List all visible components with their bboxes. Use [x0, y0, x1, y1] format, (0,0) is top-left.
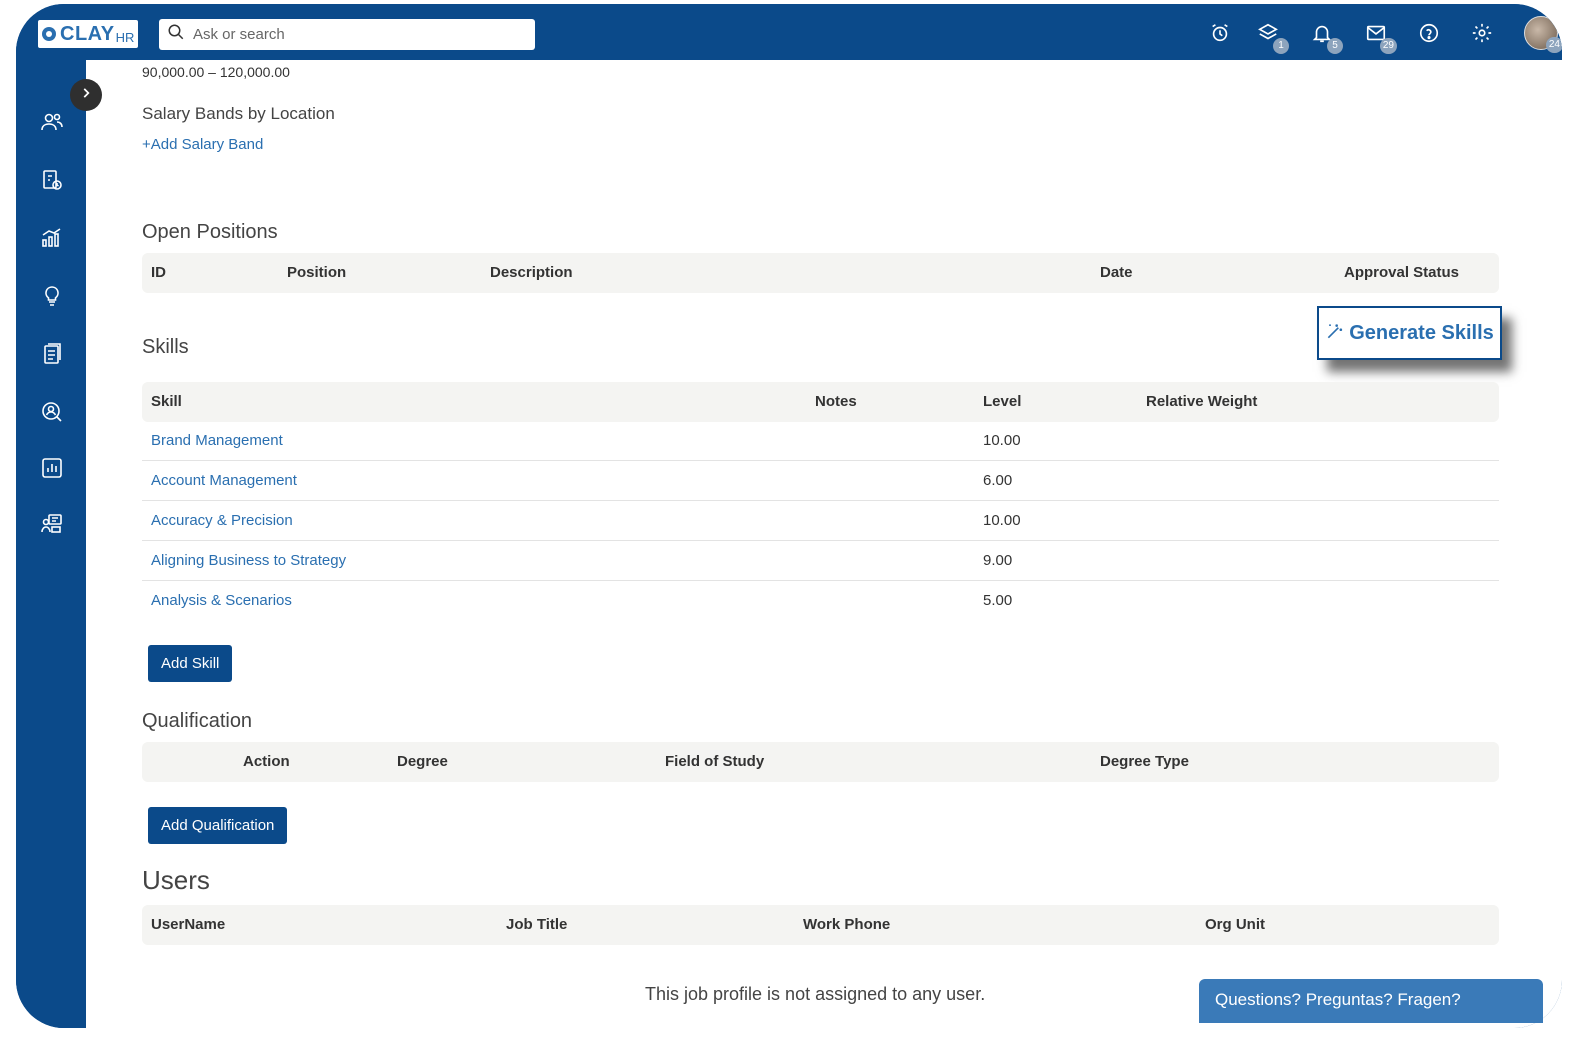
add-skill-button[interactable]: Add Skill: [148, 645, 233, 682]
skill-link[interactable]: Brand Management: [151, 432, 283, 449]
column-header-description[interactable]: Description: [490, 264, 573, 281]
chevron-right-icon: [79, 86, 93, 105]
column-header-level[interactable]: Level: [983, 393, 1021, 410]
documents-icon[interactable]: [38, 340, 66, 368]
analytics-icon[interactable]: [38, 224, 66, 252]
chat-widget-button[interactable]: Questions? Preguntas? Fragen?: [1199, 979, 1543, 1023]
sidebar-toggle-button[interactable]: [70, 79, 102, 111]
skill-link[interactable]: Aligning Business to Strategy: [151, 552, 346, 569]
qualification-title: Qualification: [142, 710, 253, 732]
column-header-work-phone[interactable]: Work Phone: [803, 916, 890, 933]
magic-wand-icon: [1325, 321, 1345, 346]
qualification-header: Action Degree Field of Study Degree Type: [142, 742, 1499, 782]
layers-badge: 1: [1273, 38, 1289, 54]
bell-icon[interactable]: 5: [1309, 20, 1343, 54]
generate-skills-button[interactable]: Generate Skills: [1317, 306, 1502, 360]
skill-link[interactable]: Analysis & Scenarios: [151, 592, 292, 609]
column-header-field-of-study[interactable]: Field of Study: [665, 753, 764, 770]
recruiting-icon[interactable]: [38, 398, 66, 426]
table-row: Brand Management 10.00: [142, 421, 1499, 461]
ideas-icon[interactable]: [38, 282, 66, 310]
search-input[interactable]: [193, 26, 523, 43]
bell-badge: 5: [1327, 38, 1343, 54]
logo-suffix: HR: [115, 29, 135, 45]
mail-badge: 29: [1379, 38, 1397, 54]
users-empty-message: This job profile is not assigned to any …: [645, 984, 986, 1004]
generate-skills-label: Generate Skills: [1349, 321, 1494, 344]
gear-icon[interactable]: [1469, 20, 1495, 46]
alarm-icon[interactable]: [1207, 20, 1233, 46]
table-row: Analysis & Scenarios 5.00: [142, 581, 1499, 621]
skill-level: 10.00: [983, 432, 1021, 449]
column-header-date[interactable]: Date: [1100, 264, 1133, 281]
table-row: Account Management 6.00: [142, 461, 1499, 501]
user-avatar[interactable]: 24: [1524, 16, 1562, 53]
open-positions-header: ID Position Description Date Approval St…: [142, 253, 1499, 293]
column-header-notes[interactable]: Notes: [815, 393, 857, 410]
org-chart-icon[interactable]: [38, 510, 66, 538]
logo-text: CLAY: [60, 22, 115, 45]
column-header-username[interactable]: UserName: [151, 916, 225, 933]
column-header-skill[interactable]: Skill: [151, 393, 182, 410]
table-row: Aligning Business to Strategy 9.00: [142, 541, 1499, 581]
column-header-job-title[interactable]: Job Title: [506, 916, 567, 933]
skills-title: Skills: [142, 336, 189, 358]
layers-icon[interactable]: 1: [1255, 20, 1289, 54]
skills-header: Skill Notes Level Relative Weight: [142, 382, 1499, 422]
payroll-icon[interactable]: [38, 166, 66, 194]
column-header-approval-status[interactable]: Approval Status: [1344, 264, 1459, 281]
logo-mark-icon: [42, 27, 56, 41]
people-icon[interactable]: [38, 108, 66, 136]
skill-level: 6.00: [983, 472, 1013, 489]
column-header-action[interactable]: Action: [243, 753, 290, 770]
skill-link[interactable]: Accuracy & Precision: [151, 512, 293, 529]
column-header-org-unit[interactable]: Org Unit: [1205, 916, 1265, 933]
sidebar: [16, 60, 86, 1028]
mail-icon[interactable]: 29: [1363, 20, 1397, 54]
open-positions-title: Open Positions: [142, 221, 278, 243]
skill-link[interactable]: Account Management: [151, 472, 297, 489]
column-header-relative-weight[interactable]: Relative Weight: [1146, 393, 1257, 410]
table-row: Accuracy & Precision 10.00: [142, 501, 1499, 541]
clayhr-logo[interactable]: CLAY HR: [38, 20, 138, 48]
column-header-position[interactable]: Position: [287, 264, 346, 281]
add-qualification-button[interactable]: Add Qualification: [148, 807, 288, 844]
column-header-degree[interactable]: Degree: [397, 753, 448, 770]
users-header: UserName Job Title Work Phone Org Unit: [142, 905, 1499, 945]
salary-bands-title: Salary Bands by Location: [142, 104, 335, 123]
column-header-id[interactable]: ID: [151, 264, 166, 281]
top-bar: CLAY HR 1 5 29 2: [16, 4, 1562, 60]
reports-icon[interactable]: [38, 454, 66, 482]
search-icon: [167, 23, 185, 46]
search-box[interactable]: [159, 19, 535, 50]
salary-range: 90,000.00 – 120,000.00: [142, 64, 290, 80]
column-header-degree-type[interactable]: Degree Type: [1100, 753, 1189, 770]
avatar-badge: 24: [1545, 37, 1562, 53]
add-salary-band-link[interactable]: +Add Salary Band: [142, 136, 263, 153]
skill-level: 9.00: [983, 552, 1013, 569]
users-title: Users: [142, 865, 210, 895]
help-icon[interactable]: [1416, 20, 1442, 46]
skill-level: 10.00: [983, 512, 1021, 529]
skill-level: 5.00: [983, 592, 1013, 609]
